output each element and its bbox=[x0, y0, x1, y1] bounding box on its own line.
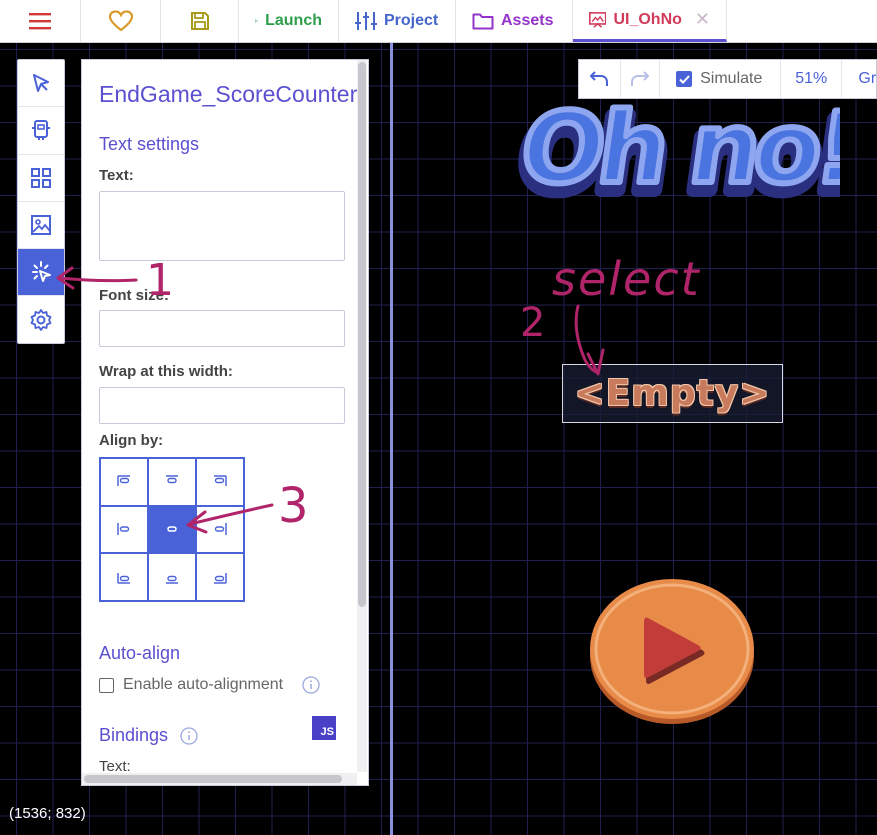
favorite-button[interactable] bbox=[81, 0, 161, 42]
oh-no-text: Oh no! bbox=[514, 92, 840, 205]
align-middle-right[interactable] bbox=[196, 505, 244, 554]
tab-bar: Launch Project Assets UI_OhNo ✕ bbox=[0, 0, 877, 43]
info-icon[interactable] bbox=[180, 726, 198, 745]
align-bottom-right-icon bbox=[214, 573, 227, 584]
tool-select[interactable] bbox=[18, 60, 64, 108]
template-icon bbox=[32, 120, 50, 141]
settings-gear-icon bbox=[30, 309, 52, 332]
panel-title: EndGame_ScoreCounter bbox=[99, 81, 358, 107]
align-top-center-icon bbox=[166, 475, 178, 484]
bindings-heading: Bindings bbox=[99, 725, 169, 745]
auto-align-label: Enable auto-alignment bbox=[123, 676, 284, 693]
tab-assets-label: Assets bbox=[501, 12, 554, 29]
wrap-width-label: Wrap at this width: bbox=[99, 363, 233, 380]
info-icon[interactable] bbox=[302, 676, 320, 694]
js-badge-icon[interactable]: JS bbox=[312, 716, 336, 740]
score-counter-text-element[interactable]: <Empty> bbox=[562, 364, 783, 423]
align-center-middle[interactable] bbox=[148, 505, 196, 554]
align-bottom-left[interactable] bbox=[100, 553, 148, 601]
font-size-input[interactable] bbox=[99, 310, 345, 347]
align-grid bbox=[99, 457, 245, 602]
tool-grid[interactable] bbox=[18, 155, 64, 202]
tool-image[interactable] bbox=[18, 202, 64, 250]
menu-button[interactable] bbox=[0, 0, 81, 42]
pointer-icon bbox=[33, 74, 49, 93]
text-label: Text: bbox=[99, 167, 134, 184]
align-top-center[interactable] bbox=[148, 458, 196, 506]
close-tab-icon[interactable]: ✕ bbox=[695, 9, 710, 30]
font-size-label: Font size: bbox=[99, 287, 169, 304]
ui-screen-icon bbox=[589, 11, 607, 28]
tool-strip bbox=[17, 59, 65, 344]
tab-launch[interactable]: Launch bbox=[239, 0, 339, 42]
floppy-disk-icon bbox=[190, 12, 209, 30]
align-middle-right-icon bbox=[214, 523, 227, 536]
tool-template[interactable] bbox=[18, 107, 64, 155]
align-top-right-icon bbox=[214, 475, 227, 486]
bindings-heading-row: Bindings bbox=[99, 725, 198, 746]
align-middle-left[interactable] bbox=[100, 505, 148, 554]
align-top-left[interactable] bbox=[100, 458, 148, 506]
panel-vertical-scrollbar[interactable] bbox=[357, 60, 367, 772]
auto-align-heading: Auto-align bbox=[99, 643, 181, 663]
grid-icon bbox=[31, 167, 51, 188]
wrap-width-input[interactable] bbox=[99, 387, 345, 424]
check-icon bbox=[678, 74, 690, 84]
cursor-coordinates: (1536; 832) bbox=[9, 805, 86, 822]
folder-icon bbox=[472, 13, 494, 30]
undo-icon bbox=[590, 71, 609, 86]
play-icon bbox=[255, 19, 258, 23]
text-settings-heading: Text settings bbox=[99, 134, 200, 154]
tool-text[interactable] bbox=[18, 249, 64, 297]
play-button-sprite[interactable] bbox=[588, 576, 758, 726]
align-middle-left-icon bbox=[117, 523, 130, 536]
save-button[interactable] bbox=[161, 0, 239, 42]
align-center-icon bbox=[167, 526, 177, 533]
align-top-right[interactable] bbox=[196, 458, 244, 506]
heart-icon bbox=[108, 10, 133, 32]
text-textarea[interactable] bbox=[99, 191, 345, 261]
tab-assets[interactable]: Assets bbox=[456, 0, 573, 42]
simulate-label: Simulate bbox=[700, 70, 763, 87]
oh-no-title-sprite[interactable]: Oh no! Oh no! bbox=[500, 90, 840, 210]
redo-icon bbox=[630, 71, 649, 86]
tab-ui-ohno[interactable]: UI_OhNo ✕ bbox=[573, 0, 727, 42]
align-bottom-center-icon bbox=[166, 575, 178, 584]
panel-horizontal-scrollbar[interactable] bbox=[82, 773, 357, 785]
tab-project[interactable]: Project bbox=[339, 0, 456, 42]
properties-panel: EndGame_ScoreCounter Text settings Text:… bbox=[81, 59, 369, 786]
align-top-left-icon bbox=[117, 475, 130, 486]
hamburger-menu-icon bbox=[29, 13, 51, 30]
align-by-label: Align by: bbox=[99, 432, 164, 449]
align-bottom-right[interactable] bbox=[196, 553, 244, 601]
tab-ui-ohno-label: UI_OhNo bbox=[613, 10, 682, 28]
tab-project-label: Project bbox=[384, 12, 439, 29]
tool-settings[interactable] bbox=[18, 296, 64, 343]
tab-launch-label: Launch bbox=[265, 12, 322, 29]
sliders-icon bbox=[355, 12, 377, 30]
auto-align-row[interactable]: Enable auto-alignment bbox=[99, 676, 320, 694]
empty-placeholder-text: <Empty> bbox=[574, 373, 771, 414]
grid-button[interactable]: Gr bbox=[842, 60, 876, 98]
align-bottom-center[interactable] bbox=[148, 553, 196, 601]
simulate-checkbox[interactable] bbox=[676, 71, 693, 87]
align-bottom-left-icon bbox=[117, 573, 130, 584]
auto-align-checkbox[interactable] bbox=[99, 677, 114, 693]
image-icon bbox=[31, 215, 51, 236]
viewport-left-edge bbox=[390, 43, 393, 835]
text-click-icon bbox=[32, 261, 51, 283]
